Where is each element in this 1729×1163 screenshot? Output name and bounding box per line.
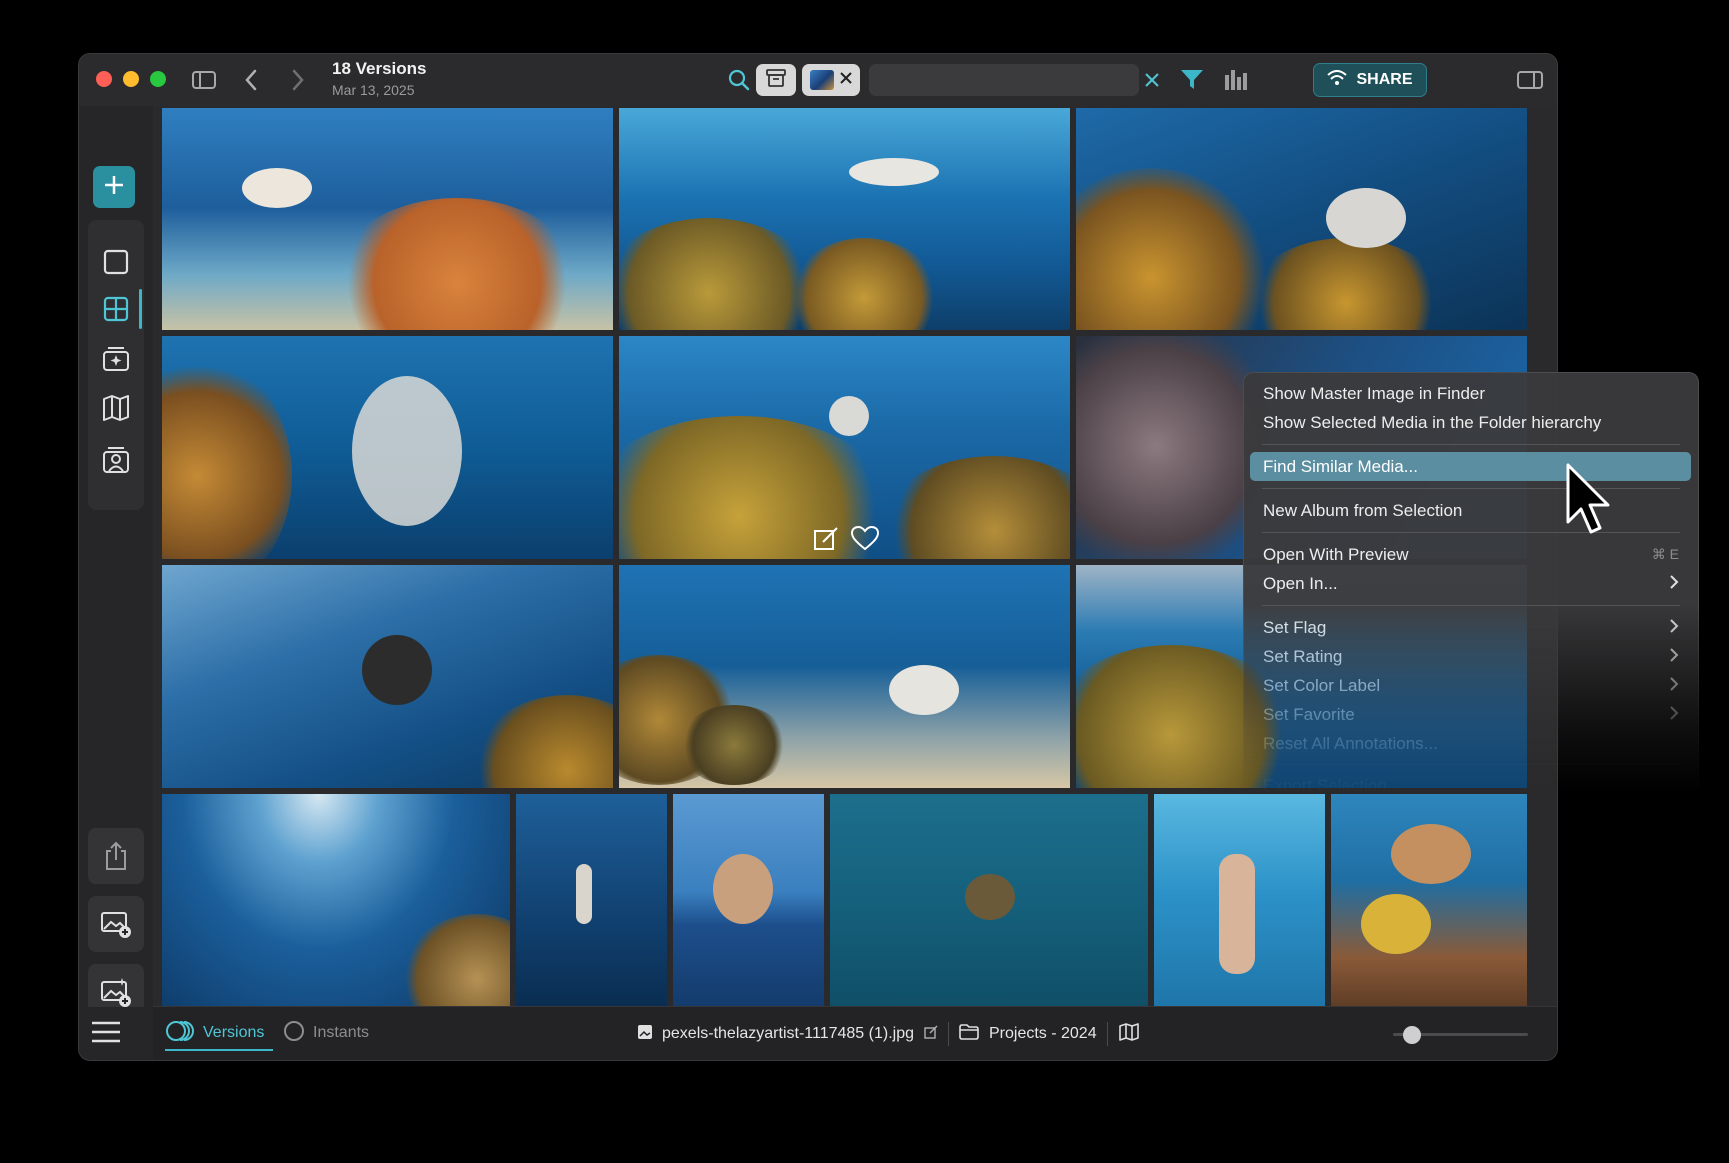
context-menu: Show Master Image in Finder Show Selecte…	[1243, 372, 1699, 795]
window-subtitle: Mar 13, 2025	[332, 82, 415, 98]
clear-search-icon[interactable]	[1139, 67, 1165, 93]
minimize-window-button[interactable]	[123, 71, 139, 87]
menu-separator	[1262, 488, 1680, 489]
people-icon[interactable]	[88, 432, 144, 488]
plus-icon	[103, 174, 125, 201]
chevron-left-icon[interactable]	[238, 67, 264, 93]
cursor-arrow-icon	[1565, 462, 1615, 541]
chevron-right-icon	[1669, 619, 1679, 636]
slider-knob[interactable]	[1403, 1026, 1421, 1044]
chevron-right-icon	[1669, 677, 1679, 694]
thumbnail-icon	[810, 70, 834, 90]
bar-chart-icon[interactable]	[1223, 67, 1249, 93]
menu-item-set-rating[interactable]: Set Rating	[1250, 642, 1691, 671]
menu-separator	[1262, 764, 1680, 765]
versions-icon	[165, 1020, 195, 1047]
map-icon[interactable]	[88, 380, 144, 436]
photo-tile[interactable]	[516, 794, 667, 1012]
wifi-icon	[1327, 69, 1348, 91]
separator	[947, 1022, 949, 1046]
menu-item-open-in[interactable]: Open In...	[1250, 569, 1691, 598]
folder-icon	[959, 1023, 979, 1045]
grid-view-icon[interactable]	[88, 281, 144, 337]
photo-tile[interactable]	[162, 794, 510, 1012]
photo-tile[interactable]	[162, 108, 613, 330]
menu-icon[interactable]	[91, 1021, 121, 1048]
edit-filename-icon[interactable]	[924, 1025, 938, 1044]
sidebar	[79, 106, 153, 1060]
import-photo-icon[interactable]	[88, 896, 144, 952]
separator	[1106, 1022, 1108, 1046]
title-bar: 18 Versions Mar 13, 2025 SHARE	[79, 54, 1557, 106]
filename-label[interactable]: pexels-thelazyartist-1117485 (1).jpg	[662, 1025, 914, 1043]
photo-tile[interactable]	[619, 108, 1070, 330]
menu-item-set-favorite[interactable]: Set Favorite	[1250, 700, 1691, 729]
heart-icon[interactable]	[850, 525, 880, 557]
menu-item-new-album-from-selection[interactable]: New Album from Selection	[1250, 496, 1691, 525]
chevron-right-icon	[1669, 706, 1679, 723]
filter-icon[interactable]	[1179, 67, 1205, 93]
inspector-panel-icon[interactable]	[1517, 67, 1543, 93]
shortcut-label: ⌘ E	[1651, 546, 1679, 562]
menu-item-set-color-label[interactable]: Set Color Label	[1250, 671, 1691, 700]
magnifier-icon[interactable]	[726, 67, 752, 93]
photo-tile[interactable]	[1154, 794, 1325, 1012]
share-button[interactable]: SHARE	[1313, 63, 1427, 97]
chevron-right-icon	[1669, 648, 1679, 665]
menu-item-show-master-in-finder[interactable]: Show Master Image in Finder	[1250, 379, 1691, 408]
photo-tile[interactable]	[619, 336, 1070, 559]
archive-filter-button[interactable]	[756, 64, 796, 96]
tab-instants[interactable]: Instants	[283, 1017, 369, 1049]
tab-versions-label: Versions	[203, 1024, 265, 1041]
project-label[interactable]: Projects - 2024	[989, 1025, 1097, 1043]
menu-item-find-similar-media[interactable]: Find Similar Media...	[1250, 452, 1691, 481]
instants-icon	[283, 1020, 305, 1047]
menu-item-set-flag[interactable]: Set Flag	[1250, 613, 1691, 642]
tab-instants-label: Instants	[313, 1024, 370, 1041]
close-window-button[interactable]	[96, 71, 112, 87]
window-title: 18 Versions	[332, 59, 427, 78]
map-icon[interactable]	[1118, 1022, 1140, 1047]
photo-tile[interactable]	[1331, 794, 1527, 1012]
image-file-icon	[638, 1024, 652, 1044]
photo-tile[interactable]	[830, 794, 1148, 1012]
menu-separator	[1262, 532, 1680, 533]
search-input[interactable]	[869, 64, 1139, 96]
sidebar-icon[interactable]	[191, 67, 217, 93]
photo-tile[interactable]	[162, 336, 613, 559]
albums-icon[interactable]	[88, 330, 144, 386]
archive-icon	[766, 68, 786, 92]
menu-separator	[1262, 605, 1680, 606]
chevron-right-icon	[1669, 575, 1679, 592]
edit-icon[interactable]	[813, 526, 839, 557]
image-search-token[interactable]	[802, 64, 860, 96]
share-label: SHARE	[1356, 71, 1413, 88]
menu-item-reset-all-annotations[interactable]: Reset All Annotations...	[1250, 729, 1691, 758]
file-info: pexels-thelazyartist-1117485 (1).jpg Pro…	[638, 1019, 1140, 1049]
bottom-bar: Versions Instants pexels-thelazyartist-1…	[79, 1006, 1557, 1060]
close-icon[interactable]	[840, 71, 852, 89]
menu-item-open-with-preview[interactable]: Open With Preview ⌘ E	[1250, 540, 1691, 569]
photo-tile[interactable]	[162, 565, 613, 788]
add-button[interactable]	[93, 166, 135, 208]
thumbnail-size-slider[interactable]	[1393, 1026, 1528, 1044]
menu-separator	[1262, 444, 1680, 445]
active-view-indicator	[139, 289, 142, 329]
zoom-window-button[interactable]	[150, 71, 166, 87]
menu-item-show-in-folder-hierarchy[interactable]: Show Selected Media in the Folder hierar…	[1250, 408, 1691, 437]
tab-versions[interactable]: Versions	[165, 1017, 273, 1051]
photo-tile[interactable]	[1076, 108, 1527, 330]
share-export-icon[interactable]	[88, 828, 144, 884]
photo-tile[interactable]	[619, 565, 1070, 788]
chevron-right-icon[interactable]	[285, 67, 311, 93]
photo-tile[interactable]	[673, 794, 824, 1012]
